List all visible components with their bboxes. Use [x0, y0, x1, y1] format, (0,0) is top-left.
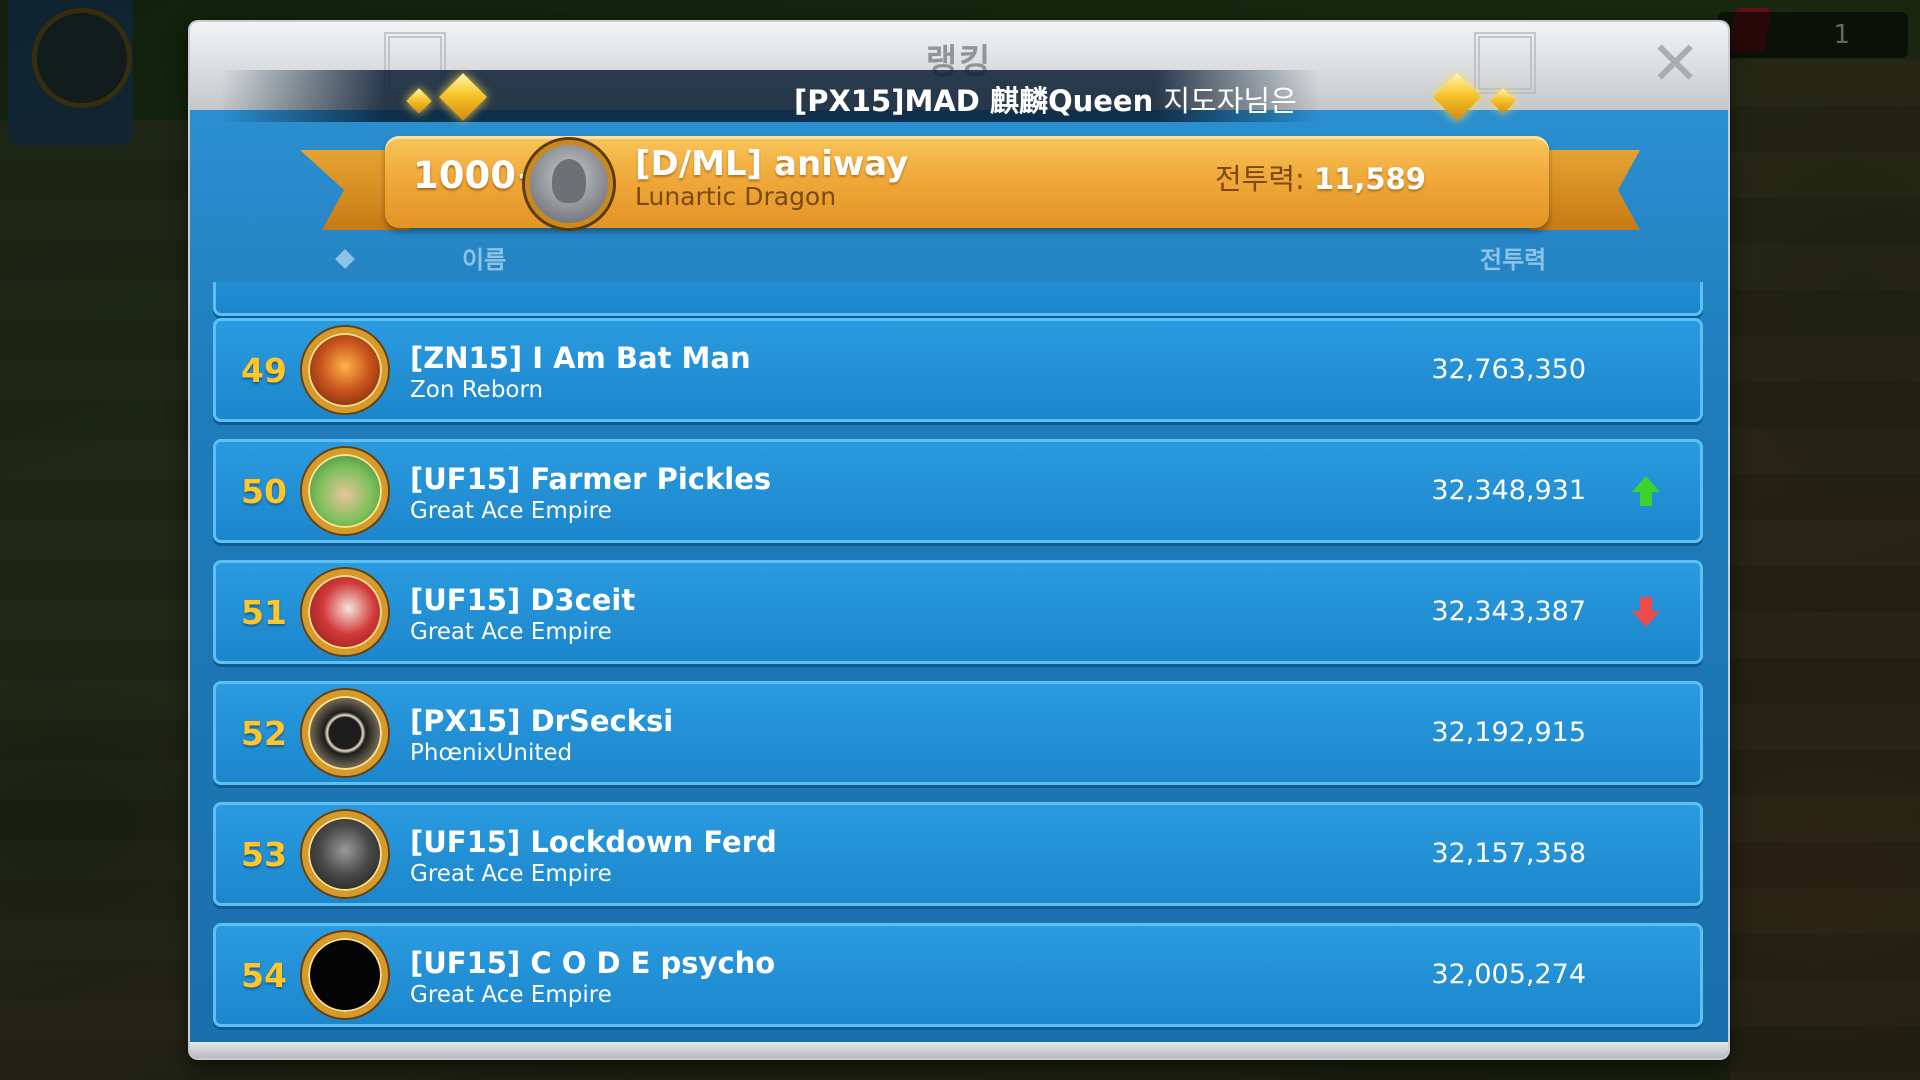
row-alliance: Great Ace Empire [410, 861, 612, 887]
row-name: [UF15] Farmer Pickles [410, 462, 772, 496]
table-row[interactable] [213, 282, 1703, 316]
row-power: 32,343,387 [1431, 596, 1586, 627]
row-alliance: Great Ace Empire [410, 619, 612, 645]
avatar[interactable] [302, 811, 388, 897]
table-row[interactable]: 54 [UF15] C O D E psycho Great Ace Empir… [213, 923, 1703, 1027]
table-row[interactable]: 52 [PX15] DrSecksi PhœnixUnited 32,192,9… [213, 681, 1703, 785]
my-power-value: 11,589 [1314, 162, 1426, 196]
announcement-text: [PX15]MAD 麒麟Queen 지도자님은 [794, 78, 1297, 120]
row-name: [UF15] C O D E psycho [410, 946, 776, 980]
row-rank: 53 [241, 835, 287, 874]
row-power: 32,157,358 [1431, 838, 1586, 869]
row-alliance: Great Ace Empire [410, 498, 612, 524]
row-name: [UF15] Lockdown Ferd [410, 825, 777, 859]
row-rank: 54 [241, 956, 287, 995]
row-power: 32,192,915 [1431, 717, 1586, 748]
row-rank: 52 [241, 714, 287, 753]
row-name: [PX15] DrSecksi [410, 704, 674, 738]
row-power: 32,763,350 [1431, 354, 1586, 385]
table-row[interactable]: 50 [UF15] Farmer Pickles Great Ace Empir… [213, 439, 1703, 543]
row-rank: 51 [241, 593, 287, 632]
close-icon: ✕ [1650, 29, 1701, 99]
my-power-label: 전투력: [1215, 162, 1315, 196]
avatar[interactable] [302, 448, 388, 534]
column-header-name: 이름 [462, 246, 507, 274]
row-power: 32,348,931 [1431, 475, 1586, 506]
my-avatar [525, 140, 613, 228]
avatar[interactable] [302, 932, 388, 1018]
my-ranking-banner[interactable]: 1000+ [D/ML] aniway Lunartic Dragon 전투력:… [385, 136, 1549, 228]
ranking-list[interactable]: 49 [ZN15] I Am Bat Man Zon Reborn 32,763… [213, 282, 1703, 1032]
my-alliance: Lunartic Dragon [635, 182, 837, 211]
avatar[interactable] [302, 690, 388, 776]
announcement-marquee: [PX15]MAD 麒麟Queen 지도자님은 [220, 70, 1320, 122]
row-name: [ZN15] I Am Bat Man [410, 341, 751, 375]
rank-down-arrow-icon [1632, 597, 1660, 629]
announcement-leader: [PX15]MAD 麒麟Queen [794, 84, 1154, 118]
rank-up-arrow-icon [1632, 476, 1660, 508]
avatar[interactable] [302, 569, 388, 655]
row-alliance: PhœnixUnited [410, 740, 573, 766]
my-power: 전투력: 11,589 [1215, 156, 1426, 198]
column-header-power: 전투력 [1480, 246, 1547, 274]
row-power: 32,005,274 [1431, 959, 1586, 990]
panel-bottom-edge [190, 1042, 1728, 1058]
row-name: [UF15] D3ceit [410, 583, 636, 617]
table-row[interactable]: 49 [ZN15] I Am Bat Man Zon Reborn 32,763… [213, 318, 1703, 422]
row-rank: 49 [241, 351, 287, 390]
avatar[interactable] [302, 327, 388, 413]
my-name: [D/ML] aniway [635, 144, 909, 184]
row-alliance: Great Ace Empire [410, 982, 612, 1008]
row-rank: 50 [241, 472, 287, 511]
table-row[interactable]: 51 [UF15] D3ceit Great Ace Empire 32,343… [213, 560, 1703, 664]
row-alliance: Zon Reborn [410, 377, 544, 403]
close-button[interactable]: ✕ [1650, 34, 1700, 94]
table-row[interactable]: 53 [UF15] Lockdown Ferd Great Ace Empire… [213, 802, 1703, 906]
announcement-suffix: 지도자님은 [1163, 84, 1297, 118]
